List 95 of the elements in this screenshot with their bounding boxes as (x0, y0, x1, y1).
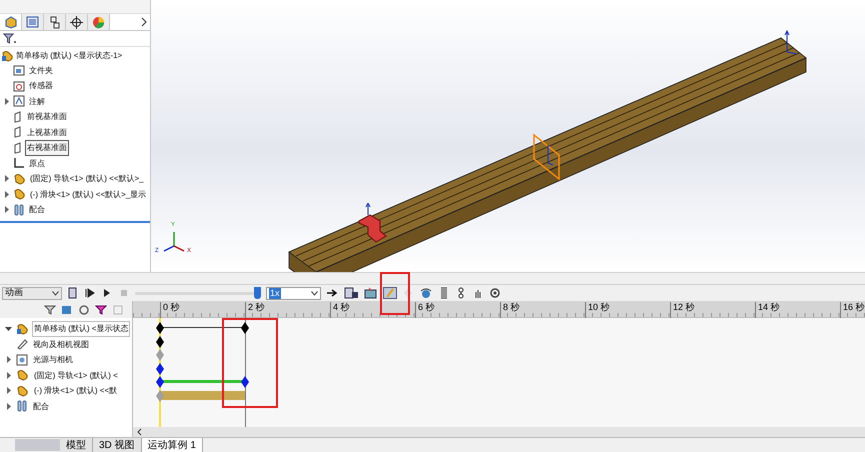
folder-icon (13, 64, 25, 76)
plane-outline-drawing (532, 133, 560, 181)
part-icon (13, 172, 26, 185)
time-label: 2 秒 (245, 302, 265, 318)
motor-icon[interactable] (419, 287, 433, 299)
bottom-tab[interactable]: 模型 (60, 438, 93, 452)
motion-bar[interactable] (160, 380, 245, 383)
assembly-icon (16, 322, 29, 335)
expand-arrow-icon[interactable] (2, 174, 11, 184)
gear-filter-icon[interactable] (78, 304, 90, 316)
tree-item[interactable]: 传感器 (27, 78, 55, 94)
spring-icon[interactable] (438, 287, 450, 299)
assembly-icon (1, 50, 14, 62)
tree-item[interactable]: 简单移动 (默认) <显示状态-1> (16, 49, 122, 62)
pen-icon (16, 338, 28, 350)
highlight-frame (380, 272, 410, 315)
mate-bar[interactable] (160, 390, 245, 400)
chevron-down-icon (52, 290, 59, 296)
list-icon (26, 16, 39, 28)
sensor-icon (13, 80, 25, 92)
keyframe-diamond-icon[interactable] (156, 336, 164, 348)
crosshair-icon (70, 16, 83, 28)
time-label: 8 秒 (500, 302, 520, 318)
expand-arrow-icon[interactable] (2, 205, 11, 214)
time-label: 12 秒 (670, 302, 695, 318)
tree-item[interactable]: 文件夹 (27, 62, 55, 78)
paperclip-icon (16, 400, 28, 412)
expand-arrow-icon[interactable] (4, 324, 13, 334)
expand-arrow-icon[interactable] (4, 402, 13, 411)
config-icon (48, 16, 60, 28)
expand-arrow-icon[interactable] (2, 96, 11, 106)
keyframe-diamond-icon[interactable] (156, 322, 164, 334)
chevron-left-icon[interactable] (136, 428, 144, 436)
chevron-right-icon[interactable] (140, 17, 148, 27)
expand-arrow-icon[interactable] (4, 370, 13, 380)
time-label: 4 秒 (330, 302, 350, 318)
filter-icon[interactable] (44, 304, 56, 316)
panel-tab[interactable] (66, 14, 88, 30)
annotation-icon (13, 95, 25, 108)
playback-speed-dropdown[interactable]: 1x (266, 286, 321, 300)
expand-arrow-icon[interactable] (4, 386, 13, 396)
tree-item[interactable]: 原点 (27, 156, 47, 171)
tree-item[interactable]: (-) 滑块<1> (默认) <<默认>_显示 (28, 186, 148, 202)
time-label: 16 秒 (840, 302, 865, 318)
tree-item[interactable]: 前视基准面 (25, 109, 69, 124)
keyframe-diamond-icon[interactable] (241, 376, 249, 388)
bottom-tab[interactable]: 3D 视图 (93, 438, 142, 452)
tree-item[interactable]: (固定) 导轨<1> (默认) < (32, 368, 120, 383)
tree-item[interactable]: (固定) 导轨<1> (默认) <<默认>_ (28, 171, 146, 186)
funnel-icon[interactable] (95, 304, 107, 316)
tree-item[interactable]: 上视基准面 (25, 124, 69, 140)
part-icon (13, 188, 26, 200)
tree-item[interactable]: (-) 滑块<1> (默认) <<默 (32, 383, 120, 398)
part-icon (16, 384, 29, 397)
time-label: 6 秒 (415, 302, 435, 318)
plane-icon (13, 110, 23, 123)
chevron-down-icon (311, 290, 318, 296)
filter-icon[interactable] (3, 33, 17, 44)
save-animation-icon[interactable] (343, 287, 359, 299)
arrow-right-icon[interactable] (326, 287, 338, 299)
horizontal-scrollbar[interactable] (133, 427, 865, 437)
paperclip-icon (13, 204, 25, 216)
timeline-panel[interactable]: 0 秒 2 秒 4 秒 6 秒 8 秒 10 秒 12 秒 14 秒 16 秒 (133, 301, 865, 437)
settings-icon[interactable] (489, 287, 501, 299)
axis-triad-icon (161, 230, 187, 252)
tree-item[interactable]: 简单移动 (默认) <显示状态 (32, 321, 130, 336)
time-label: 10 秒 (585, 302, 610, 318)
slider-thumb[interactable] (254, 287, 262, 299)
expand-arrow-icon[interactable] (2, 190, 11, 199)
lamp-icon (16, 354, 28, 366)
study-type-dropdown[interactable]: 动画 (2, 286, 62, 300)
keyframe-diamond-icon[interactable] (241, 322, 249, 334)
color-wheel-icon (92, 16, 105, 28)
panel-tab[interactable] (44, 14, 66, 30)
plane-icon (13, 126, 23, 138)
plane-icon (13, 142, 23, 154)
tree-item[interactable]: 右视基准面 (25, 140, 69, 156)
keyframe-diamond-icon[interactable] (156, 362, 164, 374)
tree-item[interactable]: 视向及相机视图 (31, 336, 91, 352)
part-icon (16, 369, 29, 382)
keyframe-diamond-icon[interactable] (156, 376, 164, 388)
autokey-icon[interactable] (383, 287, 397, 299)
speed-slider[interactable] (135, 287, 261, 299)
expand-arrow-icon[interactable] (4, 355, 13, 364)
animated-filter-icon[interactable] (61, 304, 73, 316)
bottom-tab[interactable]: 运动算例 1 (142, 438, 203, 452)
tree-item[interactable]: 注解 (27, 94, 47, 109)
tree-item[interactable]: 光源与相机 (31, 352, 75, 368)
motion-study-icon[interactable] (364, 287, 378, 299)
time-label: 14 秒 (755, 302, 780, 318)
tree-item[interactable]: 配合 (27, 202, 47, 218)
add-key-icon[interactable] (402, 287, 414, 299)
play-from-start-icon[interactable] (84, 287, 96, 299)
origin-icon (13, 157, 25, 170)
tree-item[interactable]: 配合 (31, 398, 51, 414)
